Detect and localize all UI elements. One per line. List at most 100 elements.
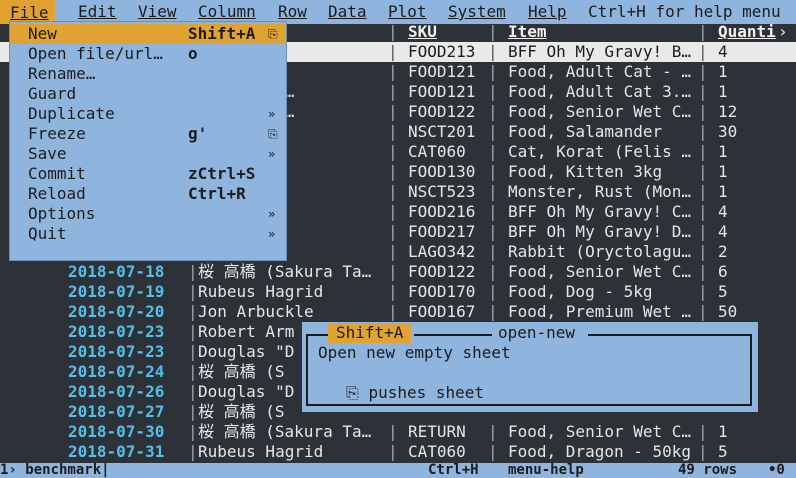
column-separator: |	[488, 162, 498, 181]
table-row[interactable]: | | | | 2018-07-20 Jon Arbuckle FOOD167 Food, P…	[0, 302, 796, 322]
column-separator: |	[388, 202, 398, 221]
cell-sku: FOOD216	[408, 202, 476, 221]
cell-quantity: 1	[718, 82, 728, 101]
column-separator: |	[698, 42, 708, 61]
cell-customer: 桜 高橋 (S	[198, 362, 285, 381]
menu-item-label: Reload	[28, 184, 86, 203]
menu-item-shortcut: Ctrl+R	[188, 184, 246, 203]
cell-item: Food, Dog - 5kg	[508, 282, 653, 301]
column-separator: |	[698, 222, 708, 241]
column-separator: |	[188, 362, 198, 381]
file-menu-item-guard[interactable]: Guard	[10, 84, 286, 104]
column-header-quantity[interactable]: Quanti	[718, 22, 776, 42]
cell-customer: Douglas "D	[198, 382, 295, 401]
cell-item: Cat, Korat (Felis …	[508, 142, 692, 161]
menu-column[interactable]: Column	[198, 2, 256, 22]
cell-sku: FOOD122	[408, 262, 476, 281]
column-separator: |	[388, 142, 398, 161]
cell-date: 2018-07-23	[68, 342, 165, 361]
menu-data[interactable]: Data	[328, 2, 367, 22]
column-separator: |	[388, 62, 398, 81]
menu-item-shortcut: zCtrl+S	[188, 164, 256, 183]
file-menu-item-quit[interactable]: Quit »	[10, 224, 286, 244]
column-separator: |	[488, 182, 498, 201]
menu-plot[interactable]: Plot	[388, 2, 427, 22]
column-separator: |	[488, 262, 498, 281]
menu-system[interactable]: System	[448, 2, 506, 22]
submenu-arrow-icon: »	[268, 107, 276, 121]
cell-date: 2018-07-27	[68, 402, 165, 421]
column-separator: |	[388, 442, 398, 461]
cell-item: Monster, Rust (Mon…	[508, 182, 692, 201]
file-menu-item-open-file-url[interactable]: Open file/url… o	[10, 44, 286, 64]
menu-bar: File Edit View Column Row Data Plot Syst…	[0, 0, 796, 24]
cell-date: 2018-07-24	[68, 362, 165, 381]
cell-sku: FOOD122	[408, 102, 476, 121]
menu-edit[interactable]: Edit	[78, 2, 117, 22]
column-separator: |	[388, 42, 398, 61]
menu-item-label: Rename…	[28, 64, 96, 83]
cell-quantity: 6	[718, 262, 728, 281]
cell-sku: FOOD217	[408, 222, 476, 241]
cell-date: 2018-07-18	[68, 262, 165, 281]
column-separator: |	[698, 82, 708, 101]
column-separator: |	[488, 202, 498, 221]
table-row[interactable]: | | | | 2018-07-19 Rubeus Hagrid FOOD170 Food, …	[0, 282, 796, 302]
cell-quantity: 5	[718, 442, 728, 461]
cell-customer: Douglas "D	[198, 342, 295, 361]
column-separator: |	[388, 422, 398, 441]
column-separator: |	[698, 62, 708, 81]
cell-date: 2018-07-26	[68, 382, 165, 401]
popup-command-name: open-new	[492, 323, 582, 343]
column-separator: |	[698, 102, 708, 121]
table-row[interactable]: | | | | 2018-07-30 桜 高橋 (Sakura Ta… RETURN Food…	[0, 422, 796, 442]
cell-sku: FOOD170	[408, 282, 476, 301]
column-separator: |	[388, 282, 398, 301]
file-menu-item-freeze[interactable]: Freeze g' ⎘	[10, 124, 286, 144]
cell-item: Food, Senior Wet C…	[508, 102, 692, 121]
cell-quantity: 1	[718, 62, 728, 81]
file-menu-item-options[interactable]: Options »	[10, 204, 286, 224]
menu-item-label: Freeze	[28, 124, 86, 143]
table-row[interactable]: | | | | 2018-07-18 桜 高橋 (Sakura Ta… FOOD122 Foo…	[0, 262, 796, 282]
menu-help[interactable]: Help	[528, 2, 567, 22]
menu-item-label: Commit	[28, 164, 86, 183]
cell-customer: Robert Arm	[198, 322, 295, 341]
column-separator: |	[388, 82, 398, 101]
table-row[interactable]: | | | | 2018-07-31 Rubeus Hagrid CAT060 Food, D…	[0, 442, 796, 462]
column-separator: |	[698, 242, 708, 261]
column-separator: |	[488, 122, 498, 141]
column-separator: |	[488, 62, 498, 81]
column-separator: |	[488, 222, 498, 241]
column-separator: |	[188, 322, 198, 341]
popup-note-text: pushes sheet	[368, 383, 485, 402]
cell-customer: 桜 高橋 (Sakura Ta…	[198, 262, 372, 281]
command-help-popup: Shift+A open-new Open new empty sheet ⎘ …	[302, 322, 758, 412]
file-menu-item-commit[interactable]: Commit zCtrl+S	[10, 164, 286, 184]
file-menu-item-duplicate[interactable]: Duplicate »	[10, 104, 286, 124]
column-separator: |	[488, 142, 498, 161]
cell-sku: FOOD167	[408, 302, 476, 321]
file-menu-item-reload[interactable]: Reload Ctrl+R	[10, 184, 286, 204]
cell-item: BFF Oh My Gravy! B…	[508, 42, 692, 61]
menu-view[interactable]: View	[138, 2, 177, 22]
submenu-arrow-icon: »	[268, 227, 276, 241]
column-separator: |	[698, 442, 708, 461]
column-header-sku[interactable]: SKU	[408, 22, 437, 42]
menu-item-label: Open file/url…	[28, 44, 163, 63]
column-separator: |	[698, 302, 708, 321]
menu-row[interactable]: Row	[278, 2, 307, 22]
cell-quantity: 4	[718, 42, 728, 61]
menu-file[interactable]: File	[0, 0, 55, 24]
popup-keystroke: Shift+A	[328, 323, 412, 343]
submenu-arrow-icon: »	[268, 207, 276, 221]
thread-count: •0	[768, 462, 785, 478]
cell-item: Food, Senior Wet C…	[508, 262, 692, 281]
file-menu-item-save[interactable]: Save »	[10, 144, 286, 164]
file-menu-dropdown: New Shift+A ⎘ Open file/url… o Rename… Guard Du…	[10, 22, 286, 260]
file-menu-item-new[interactable]: New Shift+A ⎘	[10, 24, 286, 44]
column-header-item[interactable]: Item	[508, 22, 547, 42]
column-separator: |	[188, 282, 198, 301]
file-menu-item-rename[interactable]: Rename…	[10, 64, 286, 84]
cell-item: Food, Kitten 3kg	[508, 162, 663, 181]
